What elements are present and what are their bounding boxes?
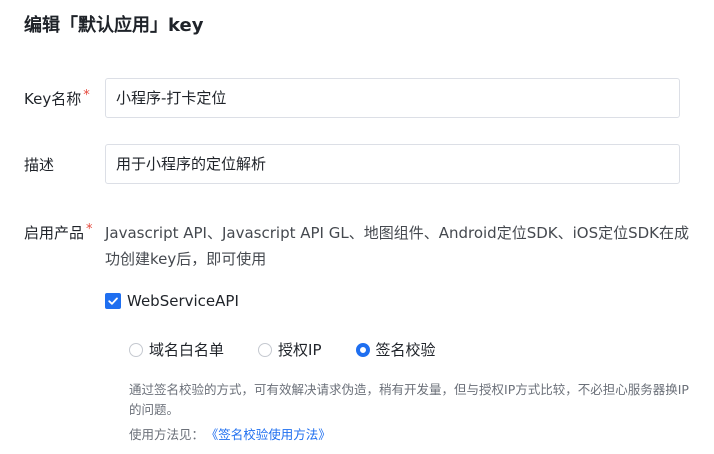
signature-usage-link[interactable]: 《签名校验使用方法》	[212, 427, 331, 442]
radio-label: 授权IP	[278, 341, 322, 359]
auth-method-radio-group: 域名白名单 授权IP 签名校验	[129, 339, 470, 360]
required-mark: *	[86, 222, 93, 237]
radio-button[interactable]	[258, 342, 273, 357]
radio-option-domain-whitelist[interactable]: 域名白名单	[129, 339, 224, 360]
usage-prefix: 使用方法见：	[129, 427, 205, 442]
radio-option-authorized-ip[interactable]: 授权IP	[258, 339, 322, 360]
usage-line: 使用方法见： 《签名校验使用方法》	[129, 425, 331, 445]
check-icon	[108, 297, 118, 305]
products-label-row: 启用产品 *	[24, 222, 93, 246]
key-name-label-row: Key名称 *	[24, 88, 90, 112]
radio-label: 域名白名单	[149, 341, 225, 359]
products-description: Javascript API、Javascript API GL、地图组件、An…	[105, 224, 690, 268]
products-label: 启用产品	[24, 224, 85, 242]
description-label: 描述	[24, 156, 55, 174]
radio-button[interactable]	[129, 342, 143, 357]
dialog-title: 编辑「默认应用」key	[24, 15, 204, 36]
key-name-input[interactable]: 小程序-打卡定位	[105, 78, 680, 118]
webservice-api-checkbox[interactable]	[105, 293, 121, 309]
webservice-api-checkbox-row[interactable]: WebServiceAPI	[105, 292, 239, 310]
radio-button-selected[interactable]	[355, 342, 370, 357]
radio-label: 签名校验	[375, 341, 436, 359]
radio-option-signature-check[interactable]: 签名校验	[355, 339, 436, 360]
signature-check-hint: 通过签名校验的方式，可有效解决请求伪造，稍有开发量，但与授权IP方式比较，不必担…	[129, 382, 689, 417]
webservice-api-label: WebServiceAPI	[127, 292, 239, 310]
key-name-label: Key名称	[24, 90, 82, 108]
required-mark: *	[83, 88, 90, 103]
description-input[interactable]: 用于小程序的定位解析	[105, 144, 680, 184]
